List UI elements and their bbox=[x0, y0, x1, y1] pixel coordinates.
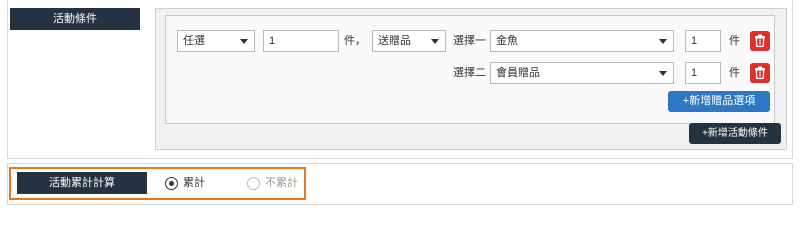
trash-icon bbox=[755, 66, 765, 79]
gift-choice-2-select[interactable]: 會員贈品 bbox=[490, 62, 674, 84]
quantity-input[interactable]: 1 bbox=[263, 30, 339, 52]
gift-choice-1-value: 金魚 bbox=[496, 35, 518, 47]
activity-condition-label: 活動條件 bbox=[10, 8, 140, 30]
condition-type-value: 任選 bbox=[183, 35, 205, 47]
add-activity-condition-button[interactable]: +新增活動條件 bbox=[689, 123, 781, 144]
accumulate-radio[interactable] bbox=[165, 177, 178, 190]
gift-choice-2-qty[interactable]: 1 bbox=[685, 62, 721, 84]
condition-type-select[interactable]: 任選 bbox=[177, 30, 255, 52]
gift-choice-1-select[interactable]: 金魚 bbox=[490, 30, 674, 52]
delete-gift-button[interactable] bbox=[750, 63, 770, 83]
accumulate-label: 活動累計計算 bbox=[17, 172, 147, 194]
gift-choice-1-unit: 件 bbox=[729, 35, 740, 47]
gift-choice-2-label: 選擇二 bbox=[453, 67, 486, 79]
accumulate-option-label: 累計 bbox=[183, 177, 205, 189]
no-accumulate-radio[interactable] bbox=[247, 177, 260, 190]
trash-icon bbox=[755, 34, 765, 47]
quantity-unit: 件， bbox=[344, 35, 366, 47]
no-accumulate-option-label: 不累計 bbox=[265, 177, 298, 189]
condition-rule-box: 任選 1 件， 送贈品 選擇一 金魚 1 件 選擇二 會員贈品 1 件 +新增贈… bbox=[165, 15, 775, 124]
gift-choice-1-qty[interactable]: 1 bbox=[685, 30, 721, 52]
gift-choice-2-value: 會員贈品 bbox=[496, 67, 540, 79]
delete-row-button[interactable] bbox=[750, 31, 770, 51]
action-value: 送贈品 bbox=[378, 35, 411, 47]
action-select[interactable]: 送贈品 bbox=[372, 30, 446, 52]
gift-choice-2-unit: 件 bbox=[729, 67, 740, 79]
gift-choice-1-label: 選擇一 bbox=[453, 35, 486, 47]
add-gift-option-button[interactable]: +新增贈品選項 bbox=[668, 91, 770, 112]
condition-panel: 任選 1 件， 送贈品 選擇一 金魚 1 件 選擇二 會員贈品 1 件 +新增贈… bbox=[155, 8, 787, 150]
